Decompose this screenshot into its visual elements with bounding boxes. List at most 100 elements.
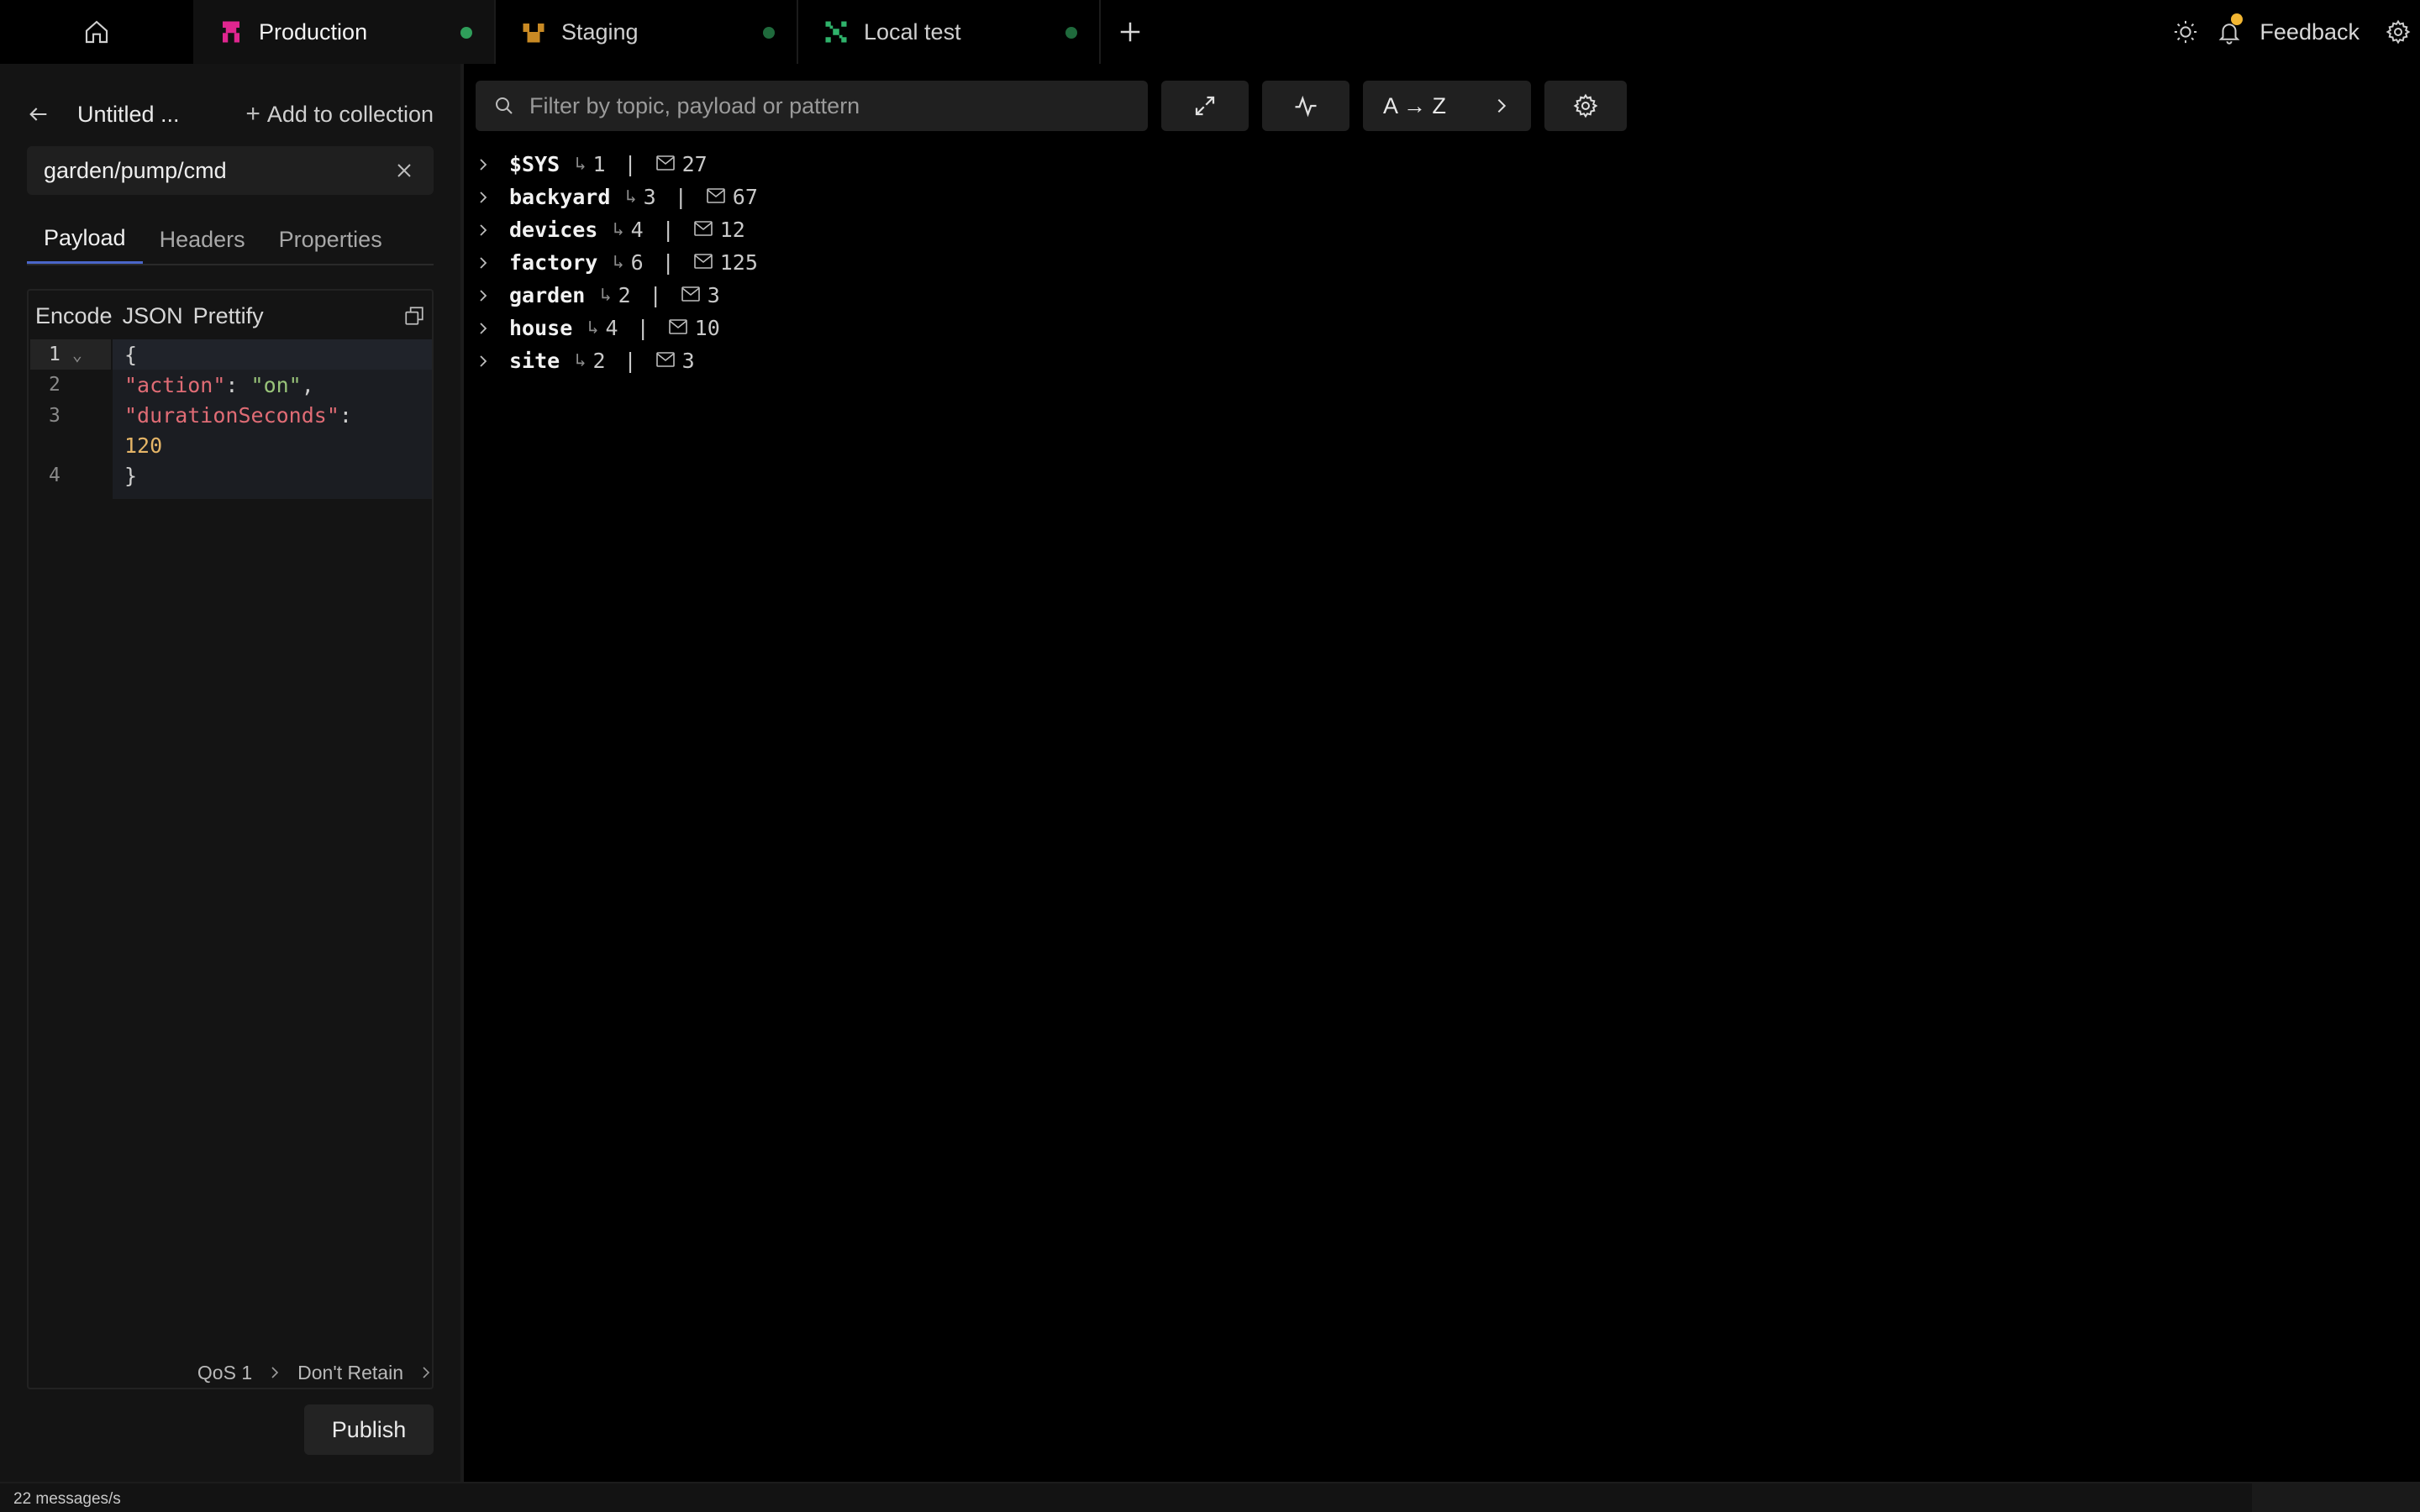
- subtopic-icon: ↳: [587, 318, 599, 339]
- chevron-right-icon[interactable]: [476, 190, 501, 205]
- subtopic-count: 1: [592, 152, 606, 176]
- expand-icon: [1195, 96, 1215, 116]
- local-test-icon: [823, 19, 849, 45]
- mail-icon: [693, 218, 713, 242]
- topic-name: garden: [509, 283, 586, 307]
- tab-staging[interactable]: Staging: [496, 0, 798, 64]
- clear-topic-button[interactable]: [392, 158, 417, 183]
- chevron-right-icon[interactable]: [476, 321, 501, 336]
- tab-label: Production: [259, 18, 368, 45]
- home-icon: [85, 20, 108, 44]
- qos-label: QoS 1: [197, 1361, 253, 1383]
- code-line: 120: [124, 433, 163, 458]
- qos-selector[interactable]: QoS 1: [197, 1362, 282, 1384]
- tree-row[interactable]: site ↳ 2 | 3: [476, 344, 1232, 377]
- top-right-actions: Feedback: [2164, 0, 2420, 64]
- subtopic-icon: ↳: [575, 154, 587, 175]
- close-icon: [397, 164, 411, 177]
- add-tab-button[interactable]: [1101, 0, 1160, 64]
- tree-row[interactable]: factory ↳ 6 | 125: [476, 246, 1232, 279]
- message-rate: 22 messages/s: [13, 1490, 121, 1508]
- status-bar-right: [2252, 1483, 2420, 1512]
- chevron-right-icon: [271, 1367, 279, 1378]
- separator: |: [661, 218, 675, 242]
- message-title[interactable]: Untitled ...: [77, 102, 180, 128]
- subtopic-count: 6: [630, 250, 644, 275]
- editor-toolbar: Encode JSON Prettify: [35, 296, 427, 336]
- search-icon: [496, 97, 513, 114]
- subtopic-icon: ↳: [600, 285, 612, 306]
- add-to-collection-button[interactable]: + Add to collection: [245, 100, 434, 129]
- encode-button[interactable]: Encode: [35, 303, 113, 329]
- message-count: 12: [719, 218, 745, 242]
- activity-icon: [1295, 95, 1317, 118]
- subtopic-count: 4: [630, 218, 644, 242]
- tree-settings-button[interactable]: [1544, 81, 1627, 131]
- chevron-right-icon[interactable]: [476, 255, 501, 270]
- notifications-button[interactable]: [2207, 0, 2251, 64]
- publish-panel: Untitled ... + Add to collection Payload…: [0, 64, 460, 1482]
- topic-filter: [476, 81, 1148, 131]
- chevron-right-icon[interactable]: [476, 354, 501, 369]
- code-area[interactable]: { "action": "on", "durationSeconds": 120…: [113, 339, 432, 499]
- expand-button[interactable]: [1161, 81, 1249, 131]
- copy-button[interactable]: [402, 303, 427, 328]
- tree-row[interactable]: backyard ↳ 3 | 67: [476, 181, 1232, 213]
- separator: |: [623, 349, 637, 373]
- mail-icon: [655, 152, 676, 176]
- home-button[interactable]: [0, 0, 193, 64]
- activity-button[interactable]: [1262, 81, 1349, 131]
- code-line: }: [124, 463, 138, 488]
- prettify-button[interactable]: Prettify: [193, 303, 264, 329]
- message-count: 10: [694, 316, 720, 340]
- chevron-right-icon[interactable]: [476, 157, 501, 172]
- code-line: "durationSeconds":: [124, 402, 352, 428]
- subtopic-icon: ↳: [575, 350, 587, 371]
- tree-row[interactable]: house ↳ 4 | 10: [476, 312, 1232, 344]
- sort-label: A → Z: [1383, 92, 1447, 118]
- arrow-left-icon: [29, 108, 47, 121]
- plus-icon: [1120, 22, 1140, 42]
- tab-production[interactable]: Production: [193, 0, 496, 64]
- topic-stats: ↳ 4 | 10: [587, 316, 719, 340]
- topic-input[interactable]: [44, 157, 392, 184]
- json-format-button[interactable]: JSON: [123, 303, 183, 329]
- tree-row[interactable]: $SYS ↳ 1 | 27: [476, 148, 1232, 181]
- settings-button[interactable]: [2376, 0, 2420, 64]
- message-count: 67: [732, 185, 758, 209]
- retain-label: Don't Retain: [297, 1361, 403, 1383]
- topic-stats: ↳ 6 | 125: [613, 250, 758, 275]
- status-bar: 22 messages/s: [0, 1482, 2420, 1512]
- theme-toggle-button[interactable]: [2164, 0, 2207, 64]
- staging-icon: [521, 19, 546, 45]
- filter-input[interactable]: [529, 92, 1129, 119]
- tab-payload[interactable]: Payload: [27, 215, 143, 264]
- feedback-button[interactable]: Feedback: [2251, 19, 2376, 45]
- topic-name: house: [509, 316, 573, 340]
- tab-headers[interactable]: Headers: [143, 215, 262, 264]
- panel-resize-handle[interactable]: [460, 64, 464, 1482]
- mail-icon: [655, 349, 676, 373]
- retain-selector[interactable]: Don't Retain: [297, 1362, 434, 1384]
- back-button[interactable]: [27, 97, 60, 131]
- topic-stats: ↳ 3 | 67: [625, 185, 757, 209]
- line-number: 4: [49, 465, 60, 486]
- chevron-right-icon[interactable]: [476, 223, 501, 238]
- topic-tree: $SYS ↳ 1 | 27 backyard ↳ 3 | 67 devices ↳ 4 | 12 factor…: [476, 148, 1232, 377]
- tab-properties[interactable]: Properties: [262, 215, 399, 264]
- fold-chevron-icon[interactable]: ⌄: [72, 344, 82, 365]
- gear-icon: [2386, 19, 2411, 45]
- message-count: 27: [681, 152, 708, 176]
- separator: |: [623, 152, 637, 176]
- tab-local-test[interactable]: Local test: [798, 0, 1101, 64]
- publish-panel-header: Untitled ... + Add to collection: [27, 89, 434, 139]
- sort-button[interactable]: A → Z: [1363, 81, 1531, 131]
- add-to-collection-label: Add to collection: [266, 101, 434, 127]
- chevron-right-icon[interactable]: [476, 288, 501, 303]
- publish-button[interactable]: Publish: [304, 1404, 434, 1455]
- subtopic-count: 4: [605, 316, 618, 340]
- tree-row[interactable]: devices ↳ 4 | 12: [476, 213, 1232, 246]
- mail-icon: [693, 250, 713, 275]
- topic-name: backyard: [509, 185, 611, 209]
- tree-row[interactable]: garden ↳ 2 | 3: [476, 279, 1232, 312]
